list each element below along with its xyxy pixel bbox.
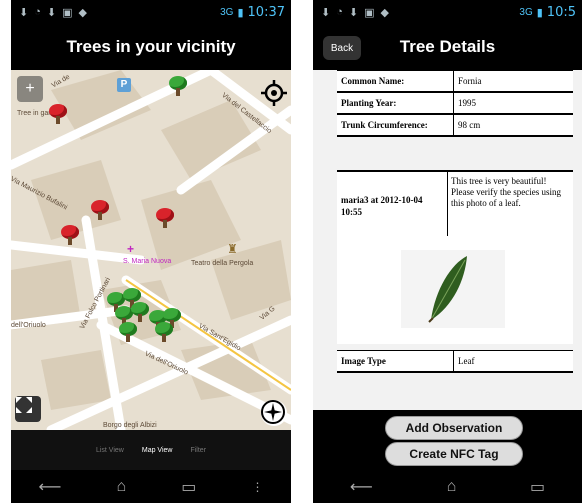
compass-icon (261, 400, 285, 424)
observation-entry: maria3 at 2012-10-04 10:55 This tree is … (337, 170, 573, 237)
status-bar: ⬇ ◔ ⬇ ▣ ◆ 3G ▮ 10:37 (11, 0, 291, 24)
table-row: Common Name: Fornia (337, 70, 573, 93)
recent-apps-icon[interactable]: ▭ (181, 477, 196, 497)
table-row: Planting Year: 1995 (337, 91, 573, 115)
status-time: 10:5 (546, 4, 576, 20)
tree-marker[interactable] (49, 104, 67, 124)
download-icon: ⬇ (19, 6, 29, 19)
my-location-button[interactable] (261, 80, 287, 106)
back-button[interactable]: Back (323, 36, 361, 60)
battery-icon: ▮ (536, 6, 543, 19)
home-icon[interactable]: ⌂ (117, 478, 127, 496)
field-value: 98 cm (453, 113, 573, 137)
create-nfc-tag-button[interactable]: Create NFC Tag (385, 442, 523, 466)
view-tabs: List View Map View Filter (11, 430, 291, 470)
download-icon: ⬇ (348, 6, 359, 19)
wifi-icon: ◔ (336, 5, 343, 18)
page-title: Tree Details (399, 37, 496, 56)
tree-marker[interactable] (91, 200, 109, 220)
parking-icon: P (117, 78, 131, 92)
leaf-image (401, 250, 505, 328)
tree-marker[interactable] (156, 208, 174, 228)
tree-info-table: Common Name: Fornia Planting Year: 1995 … (337, 70, 573, 137)
zoom-in-button[interactable]: + (17, 76, 43, 102)
map-view[interactable]: Tree in garden Via del Castellaccio Via … (11, 70, 291, 430)
phone-map-screen: ⬇ ◔ ⬇ ▣ ◆ 3G ▮ 10:37 Trees in your vicin… (11, 0, 291, 503)
table-row: Image Type Leaf (337, 350, 573, 373)
system-nav-bar: ⟵ ⌂ ▭ (313, 470, 582, 503)
field-value: Fornia (453, 70, 573, 93)
calendar-icon: ▣ (62, 6, 73, 19)
expand-icon (16, 397, 32, 413)
status-bar: ⬇ ◔ ⬇ ▣ ◆ 3G ▮ 10:5 (313, 0, 582, 24)
download-icon: ⬇ (321, 6, 331, 19)
map-streets (11, 70, 291, 430)
field-value: 1995 (453, 91, 573, 115)
tree-marker[interactable] (119, 322, 137, 342)
crosshair-icon (261, 80, 287, 106)
home-icon[interactable]: ⌂ (447, 478, 457, 496)
field-value: Leaf (453, 350, 573, 373)
add-observation-button[interactable]: Add Observation (385, 416, 523, 440)
hospital-icon: + (127, 242, 135, 256)
title-bar: Back Tree Details (313, 24, 582, 70)
image-type-table: Image Type Leaf (337, 350, 573, 373)
phone-details-screen: ⬇ ◔ ⬇ ▣ ◆ 3G ▮ 10:5 Back Tree Details Co… (313, 0, 582, 503)
back-icon[interactable]: ⟵ (39, 477, 62, 497)
compass-button[interactable] (261, 400, 287, 426)
map-label: dell'Oriuolo (11, 322, 46, 329)
android-icon: ◆ (380, 6, 389, 19)
tab-map-view[interactable]: Map View (142, 447, 173, 454)
back-icon[interactable]: ⟵ (350, 477, 373, 497)
field-label: Image Type (337, 350, 454, 373)
observation-author: maria3 at 2012-10-04 10:55 (341, 195, 423, 217)
tab-list-view[interactable]: List View (96, 447, 124, 454)
page-title: Trees in your vicinity (11, 24, 291, 70)
wifi-icon: ◔ (34, 5, 41, 18)
tree-marker[interactable] (169, 76, 187, 96)
action-area: Add Observation Create NFC Tag (313, 410, 582, 470)
map-label: Borgo degli Albizi (103, 422, 157, 429)
status-time: 10:37 (247, 4, 285, 20)
tree-details-panel[interactable]: Common Name: Fornia Planting Year: 1995 … (313, 70, 582, 410)
table-row: Trunk Circumference: 98 cm (337, 113, 573, 137)
tab-filter[interactable]: Filter (190, 447, 206, 454)
theatre-icon: ♜ (227, 242, 238, 256)
calendar-icon: ▣ (364, 6, 375, 19)
tree-marker[interactable] (155, 322, 173, 342)
menu-icon[interactable]: ⋮ (251, 480, 263, 494)
recent-apps-icon[interactable]: ▭ (530, 477, 545, 497)
field-label: Planting Year: (337, 91, 454, 115)
download-icon: ⬇ (46, 6, 57, 19)
battery-icon: ▮ (237, 6, 244, 19)
observation-photo[interactable] (337, 236, 573, 344)
tree-marker[interactable] (61, 225, 79, 245)
tree-marker[interactable] (131, 302, 149, 322)
signal-icon: 3G (519, 6, 533, 18)
field-label: Common Name: (337, 70, 454, 93)
system-nav-bar: ⟵ ⌂ ▭ ⋮ (11, 470, 291, 503)
signal-icon: 3G (220, 6, 234, 18)
field-label: Trunk Circumference: (337, 113, 454, 137)
map-label: Teatro della Pergola (191, 260, 254, 267)
map-label: S. Maria Nuova (123, 258, 172, 265)
observation-text: This tree is very beautiful! Please veri… (451, 176, 561, 208)
android-icon: ◆ (78, 6, 87, 19)
fullscreen-button[interactable] (15, 396, 41, 422)
